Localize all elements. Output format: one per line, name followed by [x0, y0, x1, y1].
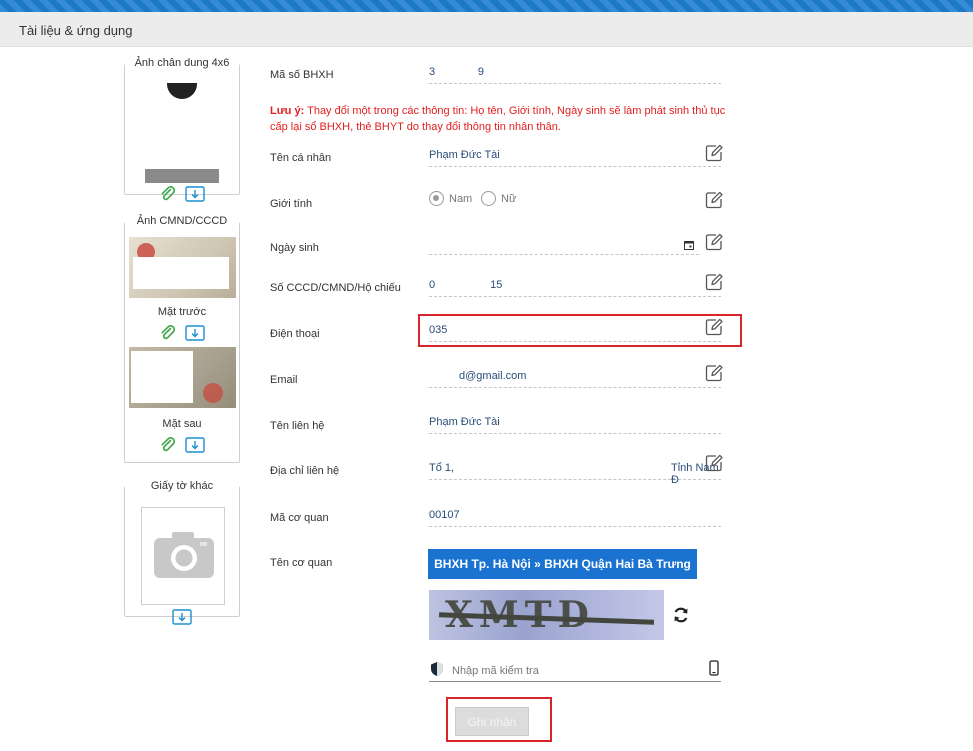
download-icon[interactable] [185, 185, 205, 203]
captcha-input[interactable] [452, 663, 702, 679]
gender-radio-male[interactable]: Nam [429, 191, 472, 206]
paperclip-icon[interactable] [159, 436, 177, 454]
download-icon[interactable] [185, 436, 205, 454]
bhxh-label: Mã số BHXH [270, 69, 334, 81]
warning-note-text: Thay đổi một trong các thông tin: Họ tên… [270, 105, 726, 133]
portrait-panel-title: Ảnh chân dung 4x6 [125, 57, 239, 69]
warning-note: Lưu ý: Thay đổi một trong các thông tin:… [270, 103, 730, 135]
mobile-phone-icon[interactable] [709, 660, 719, 676]
radio-empty-icon [481, 191, 496, 206]
idnum-label: Số CCCD/CMND/Hộ chiếu [270, 282, 401, 294]
contact-name-field[interactable]: Phạm Đức Tài [429, 412, 721, 434]
idnum-field[interactable]: 0 15 [429, 275, 721, 297]
camera-icon [154, 532, 214, 578]
edit-idnum-icon[interactable] [704, 272, 724, 292]
agency-name-label: Tên cơ quan [270, 557, 333, 569]
dob-field[interactable] [429, 233, 699, 255]
name-field[interactable]: Phạm Đức Tài [429, 145, 721, 167]
email-label: Email [270, 374, 298, 386]
front-caption: Mặt trước [157, 306, 207, 318]
other-panel-title: Giấy tờ khác [125, 480, 239, 492]
download-icon[interactable] [185, 324, 205, 342]
address-label: Địa chỉ liên hệ [270, 465, 340, 477]
other-documents-panel: Giấy tờ khác [124, 480, 240, 625]
portrait-photo[interactable] [145, 83, 219, 183]
phone-label: Điện thoại [270, 328, 320, 340]
portrait-photo-panel: Ảnh chân dung 4x6 [124, 57, 240, 202]
address-field[interactable]: Tổ 1, Tỉnh Nam Đ [429, 458, 721, 486]
shield-icon [431, 662, 443, 676]
gender-label: Giới tính [270, 198, 313, 210]
page-title: Tài liệu & ứng dụng [19, 23, 133, 38]
radio-selected-icon [429, 191, 444, 206]
edit-email-icon[interactable] [704, 363, 724, 383]
contact-name-label: Tên liên hệ [270, 420, 325, 432]
paperclip-icon[interactable] [159, 324, 177, 342]
edit-address-icon[interactable] [704, 453, 724, 473]
email-field[interactable]: d@gmail.com [429, 366, 721, 388]
edit-name-icon[interactable] [704, 143, 724, 163]
refresh-captcha-icon[interactable] [672, 606, 690, 624]
idcard-back-image[interactable] [129, 347, 236, 408]
dob-label: Ngày sinh [270, 242, 319, 254]
download-icon[interactable] [172, 608, 192, 626]
page-header: Tài liệu & ứng dụng [0, 12, 973, 47]
calendar-icon[interactable] [684, 240, 694, 250]
bhxh-field: 3 9 [429, 62, 721, 84]
phone-highlight-box [418, 314, 742, 347]
top-banner-stripe [0, 0, 973, 12]
submit-highlight-box [446, 697, 552, 742]
name-label: Tên cá nhân [270, 152, 332, 164]
other-document-upload[interactable] [141, 507, 225, 605]
paperclip-icon[interactable] [159, 185, 177, 203]
edit-dob-icon[interactable] [704, 232, 724, 252]
captcha-input-wrapper [429, 659, 721, 682]
gender-radio-female[interactable]: Nữ [481, 191, 516, 206]
back-caption: Mặt sau [162, 418, 202, 430]
agency-code-field: 00107 [429, 505, 721, 527]
agency-code-label: Mã cơ quan [270, 512, 329, 524]
agency-name-button[interactable]: BHXH Tp. Hà Nội » BHXH Quận Hai Bà Trưng [428, 549, 697, 579]
warning-note-prefix: Lưu ý: [270, 105, 305, 117]
idcard-panel-title: Ảnh CMND/CCCD [125, 215, 239, 227]
idcard-photo-panel: Ảnh CMND/CCCD Mặt trước Mặt sau [124, 215, 240, 463]
idcard-front-image[interactable] [129, 237, 236, 298]
captcha-image: XMTD [429, 590, 664, 640]
edit-gender-icon[interactable] [704, 190, 724, 210]
